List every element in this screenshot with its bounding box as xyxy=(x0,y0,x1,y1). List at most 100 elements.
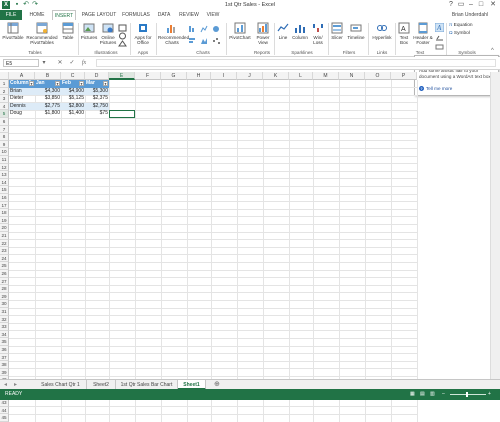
zoom-out-icon[interactable]: – xyxy=(442,389,445,400)
row-header[interactable]: 6 xyxy=(0,118,9,126)
row-header[interactable]: 1 xyxy=(0,80,9,88)
equation-button[interactable]: π Equation xyxy=(449,23,473,28)
tab-data[interactable]: DATA xyxy=(154,10,174,20)
sparkline-column-button[interactable]: Column xyxy=(291,22,309,40)
tab-review[interactable]: REVIEW xyxy=(177,10,201,20)
row-header[interactable]: 44 xyxy=(0,407,9,415)
row-header[interactable]: 14 xyxy=(0,179,9,187)
column-header[interactable]: J xyxy=(237,72,263,80)
table-cell[interactable]: $2,750 xyxy=(85,103,109,111)
table-header-cell[interactable]: Jan▾ xyxy=(35,80,61,88)
row-header[interactable]: 22 xyxy=(0,240,9,248)
row-header[interactable]: 4 xyxy=(0,103,9,111)
minimize-icon[interactable]: – xyxy=(466,0,476,10)
chart-types-gallery[interactable] xyxy=(188,24,224,48)
apps-for-office-button[interactable]: Apps for Office xyxy=(132,22,154,45)
slicer-button[interactable]: Slicer xyxy=(330,22,344,40)
close-icon[interactable]: ✕ xyxy=(488,0,498,10)
formula-input[interactable] xyxy=(96,59,496,67)
column-header[interactable]: E xyxy=(109,72,135,80)
row-header[interactable]: 20 xyxy=(0,224,9,232)
zoom-slider-thumb[interactable] xyxy=(466,392,468,397)
row-header[interactable]: 13 xyxy=(0,171,9,179)
filter-dropdown-icon[interactable]: ▾ xyxy=(79,81,84,86)
table-cell[interactable]: $1,800 xyxy=(35,110,61,118)
row-header[interactable]: 3 xyxy=(0,95,9,103)
row-header[interactable]: 27 xyxy=(0,278,9,286)
ribbon-display-icon[interactable]: ▭ xyxy=(456,0,466,10)
row-header[interactable]: 28 xyxy=(0,285,9,293)
table-header-cell[interactable]: Column1▾ xyxy=(9,80,35,88)
row-header[interactable]: 17 xyxy=(0,202,9,210)
maximize-icon[interactable]: □ xyxy=(476,0,486,10)
pivottable-button[interactable]: PivotTable xyxy=(2,22,24,40)
column-header[interactable]: A xyxy=(9,72,35,80)
namebox-dropdown-icon[interactable]: ▾ xyxy=(40,59,48,67)
column-header[interactable]: K xyxy=(263,72,289,80)
row-header[interactable]: 15 xyxy=(0,186,9,194)
row-header[interactable]: 37 xyxy=(0,354,9,362)
column-header[interactable]: B xyxy=(35,72,61,80)
row-header[interactable]: 34 xyxy=(0,331,9,339)
table-cell[interactable]: $2,775 xyxy=(35,103,61,111)
row-header[interactable]: 39 xyxy=(0,369,9,377)
enter-icon[interactable]: ✓ xyxy=(68,59,76,67)
row-header[interactable]: 43 xyxy=(0,399,9,407)
table-cell[interactable]: Dennis xyxy=(9,103,35,111)
row-header[interactable]: 24 xyxy=(0,255,9,263)
recommended-charts-button[interactable]: Recommended Charts xyxy=(158,22,186,45)
zoom-slider[interactable] xyxy=(450,394,486,395)
worksheet-grid[interactable]: ABCDEFGHIJKLMNOP123456789101112131415161… xyxy=(0,72,490,372)
normal-view-icon[interactable]: ▦ xyxy=(410,389,415,400)
tab-view[interactable]: VIEW xyxy=(204,10,222,20)
column-header[interactable]: M xyxy=(313,72,339,80)
table-button[interactable]: Table xyxy=(60,22,76,40)
row-header[interactable]: 36 xyxy=(0,346,9,354)
row-header[interactable]: 35 xyxy=(0,338,9,346)
selected-cell[interactable] xyxy=(109,110,135,118)
recommended-pivottables-button[interactable]: Recommended PivotTables xyxy=(25,22,59,45)
table-cell[interactable]: $4,300 xyxy=(35,88,61,96)
row-header[interactable]: 5 xyxy=(0,110,9,118)
column-header[interactable]: O xyxy=(365,72,391,80)
row-header[interactable]: 29 xyxy=(0,293,9,301)
row-header[interactable]: 30 xyxy=(0,300,9,308)
help-icon[interactable]: ? xyxy=(446,0,456,10)
pivotchart-button[interactable]: PivotChart xyxy=(228,22,252,40)
table-cell[interactable]: Dieter xyxy=(9,95,35,103)
table-cell[interactable]: $4,900 xyxy=(61,88,85,96)
column-header[interactable]: L xyxy=(289,72,313,80)
row-header[interactable]: 11 xyxy=(0,156,9,164)
insert-function-icon[interactable]: fx xyxy=(80,59,88,67)
object-icon[interactable] xyxy=(435,44,444,50)
row-header[interactable]: 33 xyxy=(0,323,9,331)
table-cell[interactable]: $5,300 xyxy=(85,88,109,96)
tab-insert[interactable]: INSERT xyxy=(52,10,76,20)
table-cell[interactable]: $1,400 xyxy=(61,110,85,118)
name-box[interactable]: E5 xyxy=(3,59,39,67)
table-cell[interactable]: $75 xyxy=(85,110,109,118)
table-cell[interactable]: $5,125 xyxy=(61,95,85,103)
tab-home[interactable]: HOME xyxy=(26,10,48,20)
filter-dropdown-icon[interactable]: ▾ xyxy=(55,81,60,86)
tab-formulas[interactable]: FORMULAS xyxy=(121,10,151,20)
row-header[interactable]: 7 xyxy=(0,126,9,134)
row-header[interactable]: 38 xyxy=(0,361,9,369)
table-cell[interactable]: $3,850 xyxy=(35,95,61,103)
table-cell[interactable]: $2,800 xyxy=(61,103,85,111)
tab-file[interactable]: FILE xyxy=(0,10,22,20)
collapse-ribbon-icon[interactable]: ^ xyxy=(491,48,494,54)
shapes-icon[interactable] xyxy=(118,24,128,48)
timeline-button[interactable]: Timeline xyxy=(345,22,367,40)
column-header[interactable]: G xyxy=(161,72,187,80)
power-view-button[interactable]: Power View xyxy=(253,22,273,45)
row-header[interactable]: 23 xyxy=(0,247,9,255)
online-pictures-button[interactable]: Online Pictures xyxy=(99,22,117,45)
header-footer-button[interactable]: Header & Footer xyxy=(412,22,434,45)
row-header[interactable]: 25 xyxy=(0,262,9,270)
table-cell[interactable]: $2,375 xyxy=(85,95,109,103)
symbol-button[interactable]: Ω Symbol xyxy=(449,31,470,36)
row-header[interactable]: 31 xyxy=(0,308,9,316)
page-break-view-icon[interactable]: ▥ xyxy=(430,389,435,400)
row-header[interactable]: 45 xyxy=(0,414,9,422)
